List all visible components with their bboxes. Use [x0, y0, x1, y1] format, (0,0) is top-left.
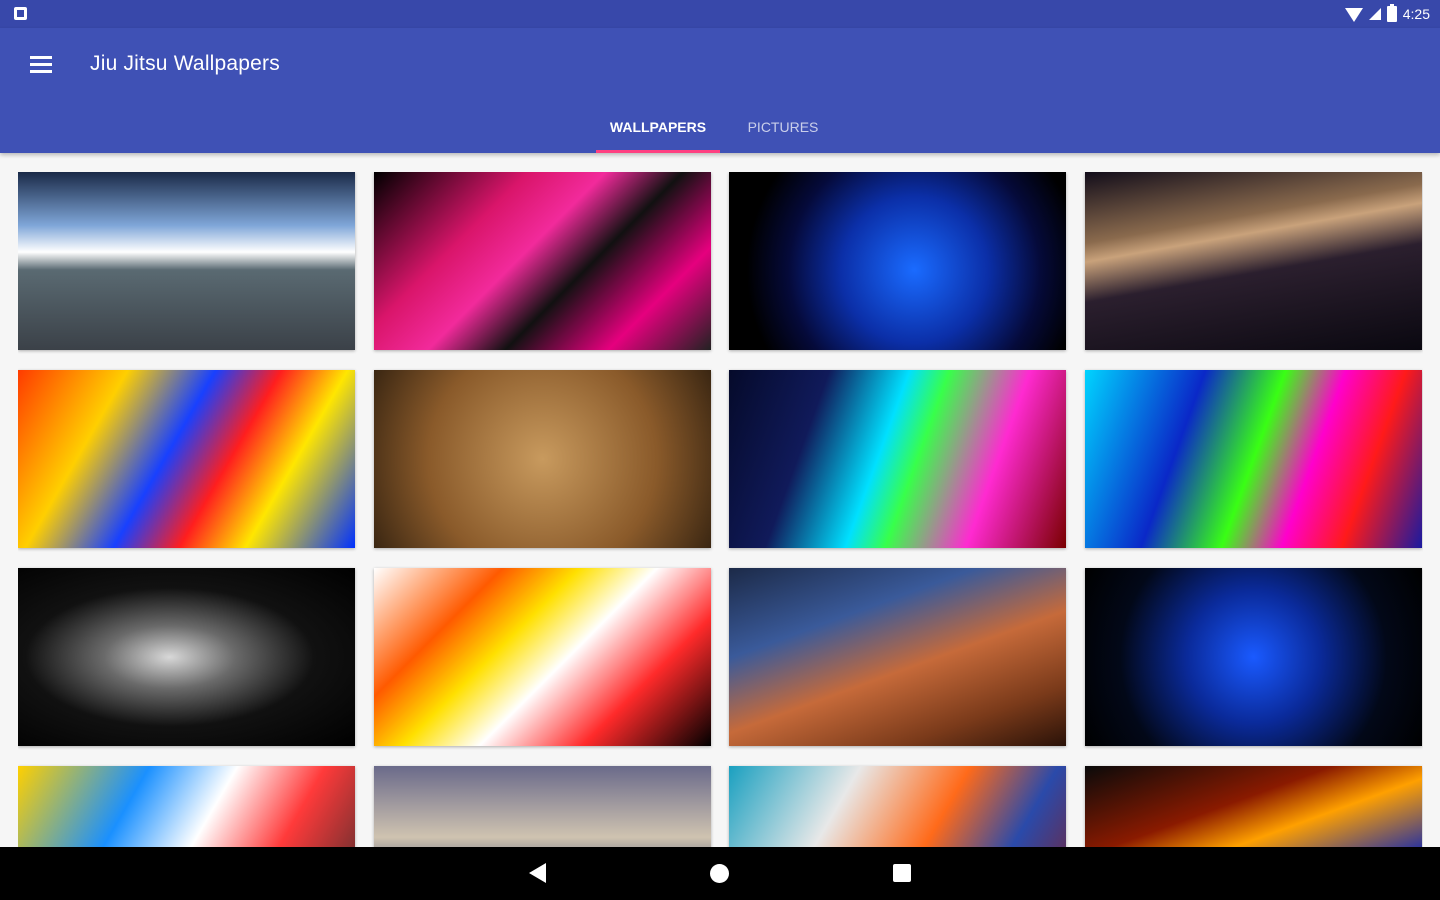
- status-icons: 4:25: [1344, 4, 1430, 24]
- wallpaper-tile-3[interactable]: [729, 172, 1066, 350]
- back-icon[interactable]: [529, 863, 546, 883]
- wallpaper-tile-7[interactable]: [729, 370, 1066, 548]
- recents-icon[interactable]: [893, 864, 911, 882]
- wallpaper-tile-6[interactable]: [374, 370, 711, 548]
- notification-icon: [14, 7, 27, 20]
- wallpaper-tile-1[interactable]: [18, 172, 355, 350]
- battery-icon: [1386, 4, 1397, 22]
- wallpaper-tile-8[interactable]: [1085, 370, 1422, 548]
- tab-pictures[interactable]: PICTURES: [720, 100, 846, 153]
- wallpaper-tile-10[interactable]: [374, 568, 711, 746]
- tab-bar: WALLPAPERS PICTURES: [596, 100, 846, 153]
- hamburger-menu-icon[interactable]: [30, 56, 52, 74]
- wallpaper-tile-11[interactable]: [729, 568, 1066, 746]
- wallpaper-tile-2[interactable]: [374, 172, 711, 350]
- signal-icon: [1368, 8, 1381, 20]
- wifi-icon: [1344, 8, 1363, 22]
- wallpaper-tile-12[interactable]: [1085, 568, 1422, 746]
- wallpaper-tile-4[interactable]: [1085, 172, 1422, 350]
- tab-wallpapers[interactable]: WALLPAPERS: [596, 100, 720, 153]
- wallpaper-tile-16[interactable]: [1085, 766, 1422, 847]
- wallpaper-tile-5[interactable]: [18, 370, 355, 548]
- wallpaper-grid: [18, 172, 1423, 847]
- navigation-bar: [0, 847, 1440, 900]
- wallpaper-tile-9[interactable]: [18, 568, 355, 746]
- home-icon[interactable]: [710, 864, 729, 883]
- app-bar: Jiu Jitsu Wallpapers WALLPAPERS PICTURES: [0, 28, 1440, 153]
- app-title: Jiu Jitsu Wallpapers: [90, 52, 280, 75]
- wallpaper-tile-15[interactable]: [729, 766, 1066, 847]
- wallpaper-tile-14[interactable]: [374, 766, 711, 847]
- status-time: 4:25: [1402, 6, 1430, 22]
- status-bar: 4:25: [0, 0, 1440, 28]
- wallpaper-tile-13[interactable]: [18, 766, 355, 847]
